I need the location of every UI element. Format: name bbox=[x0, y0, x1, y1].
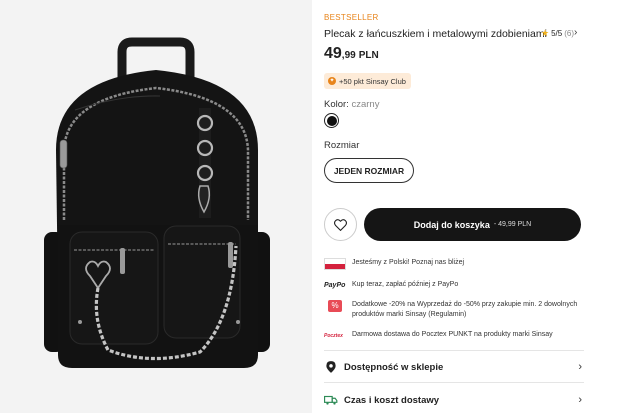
bestseller-badge: BESTSELLER bbox=[324, 13, 379, 22]
color-label-text: Kolor: bbox=[324, 99, 349, 110]
wishlist-button[interactable] bbox=[324, 208, 357, 241]
product-price: 49,99 PLN bbox=[324, 45, 379, 63]
info-item-poland[interactable]: Jesteśmy z Polski! Poznaj nas bliżej bbox=[324, 258, 582, 270]
info-item-discount[interactable]: % Dodatkowe -20% na Wyprzedaż do -50% pr… bbox=[324, 300, 582, 319]
poland-flag-icon bbox=[324, 258, 346, 270]
chevron-right-icon[interactable]: › bbox=[574, 27, 577, 38]
rating-count: (6) bbox=[564, 29, 574, 38]
product-image-gallery[interactable] bbox=[0, 0, 312, 413]
chevron-right-icon: › bbox=[578, 394, 582, 406]
store-availability-label: Dostępność w sklepie bbox=[344, 361, 444, 373]
price-currency: PLN bbox=[358, 50, 379, 61]
info-item-paypo[interactable]: PayPo Kup teraz, zapłać później z PayPo bbox=[324, 280, 582, 292]
size-label: Rozmiar bbox=[324, 140, 360, 151]
rating-score: 5/5 bbox=[551, 29, 563, 38]
chevron-right-icon: › bbox=[578, 361, 582, 373]
club-badge-text: +50 pkt Sinsay Club bbox=[339, 76, 406, 86]
delivery-truck-icon bbox=[324, 395, 338, 405]
info-item-delivery[interactable]: Pocztex Darmowa dostawa do Pocztex PUNKT… bbox=[324, 330, 582, 342]
info-text: Jesteśmy z Polski! Poznaj nas bliżej bbox=[352, 259, 465, 266]
location-pin-icon bbox=[326, 361, 336, 373]
paypo-logo: PayPo bbox=[324, 282, 346, 289]
product-details: BESTSELLER Plecak z łańcuszkiem i metalo… bbox=[324, 0, 620, 413]
add-to-cart-label: Dodaj do koszyka bbox=[413, 219, 490, 230]
add-to-cart-price: - 49,99 PLN bbox=[493, 221, 532, 228]
info-text: Kup teraz, zapłać później z PayPo bbox=[352, 281, 459, 288]
divider bbox=[324, 382, 584, 383]
delivery-cost-row[interactable]: Czas i koszt dostawy › bbox=[324, 390, 582, 410]
product-rating[interactable]: ★ 5/5 (6) bbox=[541, 28, 574, 39]
backpack-image[interactable] bbox=[0, 0, 312, 413]
star-icon: ★ bbox=[541, 28, 550, 38]
color-value: czarny bbox=[351, 99, 380, 110]
pocztex-logo: Pocztex bbox=[324, 333, 343, 339]
delivery-cost-label: Czas i koszt dostawy bbox=[344, 394, 440, 406]
store-availability-row[interactable]: Dostępność w sklepie › bbox=[324, 357, 582, 377]
price-main: 49 bbox=[324, 45, 342, 62]
sinsay-club-badge: ✦ +50 pkt Sinsay Club bbox=[324, 73, 411, 89]
size-option-button[interactable]: JEDEN ROZMIAR bbox=[324, 158, 414, 183]
divider bbox=[324, 350, 584, 351]
info-text: Darmowa dostawa do Pocztex PUNKT na prod… bbox=[352, 331, 553, 338]
discount-icon: % bbox=[328, 300, 342, 312]
color-swatch-black[interactable] bbox=[324, 113, 339, 128]
price-cents: ,99 bbox=[341, 50, 356, 61]
product-title: Plecak z łańcuszkiem i metalowymi zdobie… bbox=[324, 28, 547, 40]
heart-icon bbox=[334, 218, 347, 231]
add-to-cart-button[interactable]: Dodaj do koszyka - 49,99 PLN bbox=[364, 208, 581, 241]
info-text: Dodatkowe -20% na Wyprzedaż do -50% przy… bbox=[352, 301, 578, 318]
color-label: Kolor: czarny bbox=[324, 99, 379, 110]
club-points-icon: ✦ bbox=[328, 77, 336, 85]
